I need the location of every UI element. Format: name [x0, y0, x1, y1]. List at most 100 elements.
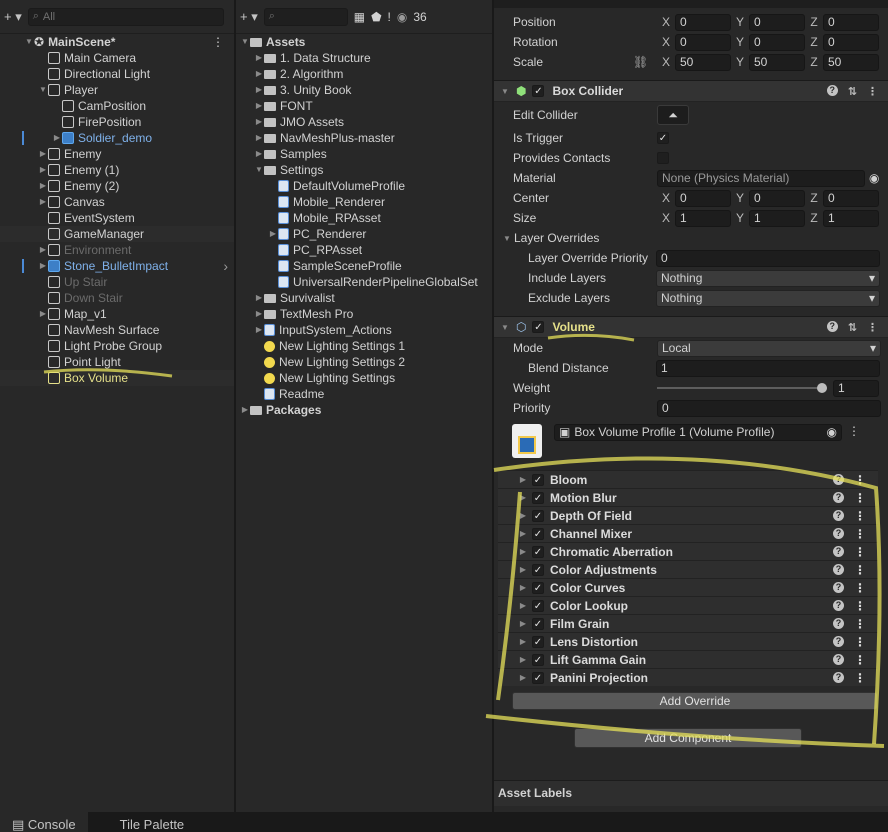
hierarchy-item[interactable]: ▶ Environment [0, 242, 234, 258]
weight-field[interactable]: 1 [833, 379, 879, 397]
size-x[interactable]: 1 [675, 209, 731, 227]
weight-slider[interactable] [657, 382, 827, 394]
volume-override-row[interactable]: ▶ ✓ Film Grain? ⋮ [498, 614, 878, 632]
scale-y[interactable]: 50 [749, 53, 805, 71]
position-y[interactable]: 0 [749, 13, 805, 31]
volume-override-row[interactable]: ▶ ✓ Depth Of Field? ⋮ [498, 506, 878, 524]
expand-arrow-icon[interactable]: ▶ [518, 547, 528, 556]
override-enabled-checkbox[interactable]: ✓ [532, 581, 544, 594]
more-icon[interactable]: ⋮ [854, 653, 866, 667]
help-icon[interactable]: ? [833, 600, 844, 611]
expand-arrow-icon[interactable]: ▶ [518, 529, 528, 538]
more-icon[interactable]: ⋮ [854, 545, 866, 559]
project-item[interactable]: ▶ InputSystem_Actions [236, 322, 492, 338]
size-z[interactable]: 1 [823, 209, 879, 227]
project-item[interactable]: New Lighting Settings 2 [236, 354, 492, 370]
project-item[interactable]: New Lighting Settings [236, 370, 492, 386]
blend-distance-field[interactable]: 1 [656, 359, 880, 377]
volume-override-row[interactable]: ▶ ✓ Motion Blur? ⋮ [498, 488, 878, 506]
expand-arrow-icon[interactable]: ▶ [518, 583, 528, 592]
hierarchy-item[interactable]: Point Light [0, 354, 234, 370]
volume-override-row[interactable]: ▶ ✓ Lens Distortion? ⋮ [498, 632, 878, 650]
help-icon[interactable]: ? [833, 528, 844, 539]
help-icon[interactable]: ? [833, 546, 844, 557]
center-y[interactable]: 0 [749, 189, 805, 207]
expand-arrow-icon[interactable]: ▶ [254, 322, 264, 338]
expand-arrow-icon[interactable]: ▶ [518, 565, 528, 574]
provides-contacts-checkbox[interactable] [657, 152, 669, 164]
is-trigger-checkbox[interactable]: ✓ [657, 132, 669, 144]
more-icon[interactable]: ⋮ [867, 85, 878, 98]
project-item[interactable]: ▼ Settings [236, 162, 492, 178]
help-icon[interactable]: ? [833, 672, 844, 683]
filter-type-icon[interactable]: ▦ [354, 10, 365, 24]
project-item[interactable]: DefaultVolumeProfile [236, 178, 492, 194]
hierarchy-item[interactable]: ▶ Enemy (1) [0, 162, 234, 178]
material-field[interactable]: None (Physics Material) [657, 169, 865, 187]
rotation-y[interactable]: 0 [749, 33, 805, 51]
link-icon[interactable]: ⛓ [633, 55, 657, 69]
help-icon[interactable]: ? [826, 84, 838, 96]
more-icon[interactable]: ⋮ [854, 473, 866, 487]
expand-arrow-icon[interactable]: ▶ [38, 194, 48, 210]
volume-override-row[interactable]: ▶ ✓ Channel Mixer? ⋮ [498, 524, 878, 542]
hierarchy-item[interactable]: ▶ Soldier_demo [0, 130, 234, 146]
hierarchy-item[interactable]: NavMesh Surface [0, 322, 234, 338]
tab-tile-palette[interactable]: Tile Palette [108, 812, 197, 832]
layer-override-priority-field[interactable]: 0 [656, 249, 880, 267]
expand-arrow-icon[interactable]: ▶ [254, 66, 264, 82]
expand-arrow-icon[interactable]: ▶ [254, 82, 264, 98]
box-collider-enabled-checkbox[interactable]: ✓ [532, 85, 545, 97]
collapse-arrow-icon[interactable]: ▼ [500, 87, 510, 96]
hierarchy-item[interactable]: ▶ Enemy (2) [0, 178, 234, 194]
add-menu-button[interactable]: + ▾ [4, 9, 22, 25]
override-enabled-checkbox[interactable]: ✓ [532, 599, 544, 612]
expand-arrow-icon[interactable]: ▶ [518, 637, 528, 646]
override-enabled-checkbox[interactable]: ✓ [532, 473, 544, 486]
more-icon[interactable]: ⋮ [854, 599, 866, 613]
expand-arrow-icon[interactable]: ▶ [38, 306, 48, 322]
visibility-icon[interactable]: ◉ [397, 10, 407, 24]
hierarchy-item[interactable]: CamPosition [0, 98, 234, 114]
expand-arrow-icon[interactable]: ▶ [38, 258, 48, 274]
more-icon[interactable]: ⋮ [854, 563, 866, 577]
override-enabled-checkbox[interactable]: ✓ [532, 527, 544, 540]
help-icon[interactable]: ? [833, 636, 844, 647]
center-x[interactable]: 0 [675, 189, 731, 207]
expand-arrow-icon[interactable]: ▼ [240, 34, 250, 50]
scale-z[interactable]: 50 [823, 53, 879, 71]
collapse-arrow-icon[interactable]: ▼ [500, 323, 510, 332]
volume-override-row[interactable]: ▶ ✓ Bloom? ⋮ [498, 470, 878, 488]
expand-arrow-icon[interactable]: ▶ [254, 290, 264, 306]
volume-enabled-checkbox[interactable]: ✓ [532, 321, 545, 333]
priority-field[interactable]: 0 [657, 399, 881, 417]
more-icon[interactable]: ⋮ [212, 34, 224, 50]
project-item[interactable]: ▶ FONT [236, 98, 492, 114]
project-item[interactable]: Readme [236, 386, 492, 402]
expand-arrow-icon[interactable]: ▶ [254, 50, 264, 66]
hierarchy-item[interactable]: Main Camera [0, 50, 234, 66]
scene-row[interactable]: ▼ ✪ MainScene* ⋮ [0, 34, 234, 50]
size-y[interactable]: 1 [749, 209, 805, 227]
scale-x[interactable]: 50 [675, 53, 731, 71]
volume-override-row[interactable]: ▶ ✓ Chromatic Aberration? ⋮ [498, 542, 878, 560]
position-z[interactable]: 0 [823, 13, 879, 31]
create-button[interactable]: + ▾ [240, 9, 258, 25]
more-icon[interactable]: ⋮ [854, 581, 866, 595]
filter-label-icon[interactable]: ⬟ [371, 10, 381, 24]
hierarchy-item[interactable]: ▶ Canvas [0, 194, 234, 210]
project-search-input[interactable]: ⌕ [263, 7, 348, 26]
expand-arrow-icon[interactable]: ▶ [254, 114, 264, 130]
hierarchy-item[interactable]: ▶ Enemy [0, 146, 234, 162]
volume-header[interactable]: ▼ ⬡ ✓ Volume ? ⇅ ⋮ [494, 316, 888, 338]
expand-arrow-icon[interactable]: ▶ [518, 511, 528, 520]
more-icon[interactable]: ⋮ [854, 509, 866, 523]
preset-icon[interactable]: ⇅ [848, 85, 857, 98]
expand-arrow-icon[interactable]: ▶ [38, 146, 48, 162]
hierarchy-item[interactable]: FirePosition [0, 114, 234, 130]
project-item[interactable]: ▶ 3. Unity Book [236, 82, 492, 98]
volume-override-row[interactable]: ▶ ✓ Lift Gamma Gain? ⋮ [498, 650, 878, 668]
more-icon[interactable]: ⋮ [854, 635, 866, 649]
hierarchy-item[interactable]: Box Volume [0, 370, 234, 386]
volume-override-row[interactable]: ▶ ✓ Color Curves? ⋮ [498, 578, 878, 596]
